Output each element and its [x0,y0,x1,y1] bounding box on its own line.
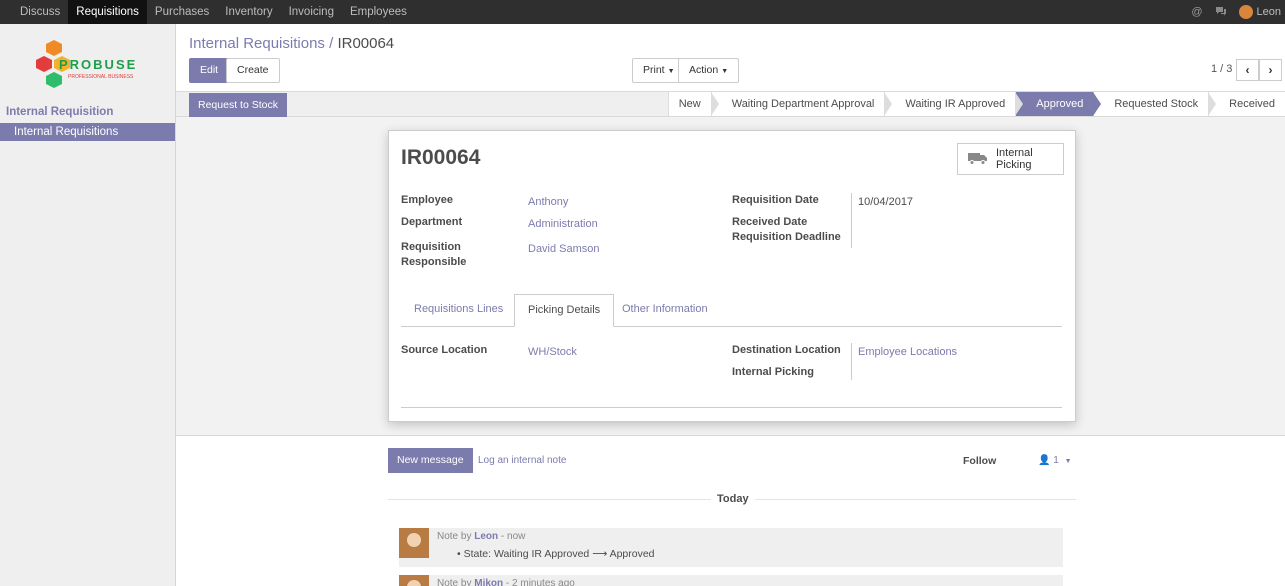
author-avatar[interactable] [399,528,429,558]
sidebar-section-title: Internal Requisition [6,106,114,118]
chatter-message: Note by Mikon - 2 minutes ago [399,575,1063,586]
pager-value: 1 / 3 [1211,63,1233,75]
create-button[interactable]: Create [226,58,280,83]
chat-bubble-icon[interactable] [1215,6,1227,19]
message-body: • State: Waiting IR Approved ⟶ Approved [457,548,655,560]
stage-waiting-ir-approved[interactable]: Waiting IR Approved [884,92,1016,116]
stage-new[interactable]: New [667,92,711,116]
field-separator [851,343,852,380]
destination-location-field[interactable]: Employee Locations [858,346,957,358]
source-location-label: Source Location [401,344,488,356]
edit-button[interactable]: Edit [189,58,230,83]
message-author[interactable]: Mikon [474,578,503,586]
svg-text:PROFESSIONAL BUSINESS: PROFESSIONAL BUSINESS [68,74,134,80]
requisition-deadline-label: Requisition Deadline [732,231,841,243]
user-name: Leon [1256,6,1281,18]
message-header: Note by Mikon - 2 minutes ago [437,578,575,586]
user-icon: 👤 [1038,455,1051,466]
log-internal-note-link[interactable]: Log an internal note [478,455,566,466]
top-menu: Discuss Requisitions Purchases Inventory… [0,0,415,24]
message-author[interactable]: Leon [474,531,498,542]
source-location-field[interactable]: WH/Stock [528,346,577,358]
field-separator [851,193,852,248]
menu-inventory[interactable]: Inventory [217,0,280,24]
received-date-label: Received Date [732,216,808,228]
new-message-button[interactable]: New message [388,448,473,473]
responsible-field[interactable]: David Samson [528,243,600,255]
caret-down-icon: ▼ [667,68,675,75]
tracking-value: State: Waiting IR Approved ⟶ Approved [463,548,655,560]
request-to-stock-button[interactable]: Request to Stock [189,93,287,117]
tab-other-information[interactable]: Other Information [609,294,721,327]
caret-down-icon: ▼ [1064,458,1072,465]
followers-dropdown[interactable]: 👤 1 ▼ [1038,455,1072,466]
internal-picking-smart-button[interactable]: Internal Picking [957,143,1064,175]
top-navbar: Discuss Requisitions Purchases Inventory… [0,0,1285,24]
status-stages: New Waiting Department Approval Waiting … [667,92,1285,116]
destination-location-label: Destination Location [732,344,841,356]
responsible-label-line1: Requisition [401,241,461,253]
message-prefix: Note by [437,531,472,542]
tab-picking-details[interactable]: Picking Details [514,294,615,327]
author-avatar[interactable] [399,575,429,586]
message-prefix: Note by [437,578,472,586]
pager-next-button[interactable]: › [1259,59,1282,81]
menu-requisitions[interactable]: Requisitions [68,0,147,24]
pager-previous-button[interactable]: ‹ [1236,59,1259,81]
chevron-left-icon: ‹ [1245,63,1250,77]
department-field[interactable]: Administration [528,218,598,230]
breadcrumb: Internal Requisitions / IR00064 [189,35,394,52]
caret-down-icon: ▼ [721,68,729,75]
stage-approved[interactable]: Approved [1015,92,1094,116]
menu-invoicing[interactable]: Invoicing [281,0,342,24]
record-title: IR00064 [401,146,481,169]
followers-count: 1 [1053,455,1059,466]
message-time: - now [500,531,526,542]
svg-text:PROBUSE: PROBUSE [59,57,137,72]
user-menu[interactable]: Leon [1238,5,1281,19]
requisition-date-field[interactable]: 10/04/2017 [858,196,913,208]
form-statusbar: Request to Stock New Waiting Department … [176,91,1285,117]
menu-employees[interactable]: Employees [342,0,415,24]
requisition-date-label: Requisition Date [732,194,819,206]
stage-waiting-department-approval[interactable]: Waiting Department Approval [710,92,885,116]
user-avatar [1238,5,1253,19]
internal-picking-label: Internal Picking [732,366,814,378]
form-sheet: IR00064 Internal Picking Employee Anthon… [388,130,1076,422]
department-label: Department [401,216,463,228]
employee-field[interactable]: Anthony [528,196,568,208]
systray: @ Leon [1191,5,1285,19]
breadcrumb-current: IR00064 [337,35,395,52]
follow-button[interactable]: Follow [963,455,996,467]
today-label: Today [711,493,755,505]
message-header: Note by Leon - now [437,531,525,542]
chevron-right-icon: › [1268,63,1273,77]
sidebar: PROBUSE PROFESSIONAL BUSINESS Internal R… [0,24,176,586]
employee-label: Employee [401,194,453,206]
print-label: Print [643,64,665,76]
sidebar-item-internal-requisitions[interactable]: Internal Requisitions [0,123,175,141]
requisition-responsible-label: Requisition Responsible [401,240,466,270]
action-label: Action [689,64,719,76]
notebook-tabs: Requisitions Lines Picking Details Other… [401,294,1062,327]
message-time: - 2 minutes ago [505,578,575,586]
sheet-divider [401,407,1062,408]
breadcrumb-separator: / [329,35,334,52]
breadcrumb-parent[interactable]: Internal Requisitions [189,35,325,52]
at-mention-icon[interactable]: @ [1191,6,1202,18]
tab-requisitions-lines[interactable]: Requisitions Lines [401,294,516,327]
smart-button-label: Internal Picking [996,147,1033,171]
menu-discuss[interactable]: Discuss [12,0,68,24]
menu-purchases[interactable]: Purchases [147,0,217,24]
company-logo: PROBUSE PROFESSIONAL BUSINESS [32,36,152,94]
stage-received[interactable]: Received [1208,92,1285,116]
responsible-label-line2: Responsible [401,256,467,268]
stage-requested-stock[interactable]: Requested Stock [1093,92,1209,116]
action-dropdown[interactable]: Action ▼ [678,58,740,83]
truck-icon [968,151,988,168]
chatter-message: Note by Leon - now • State: Waiting IR A… [399,528,1063,567]
